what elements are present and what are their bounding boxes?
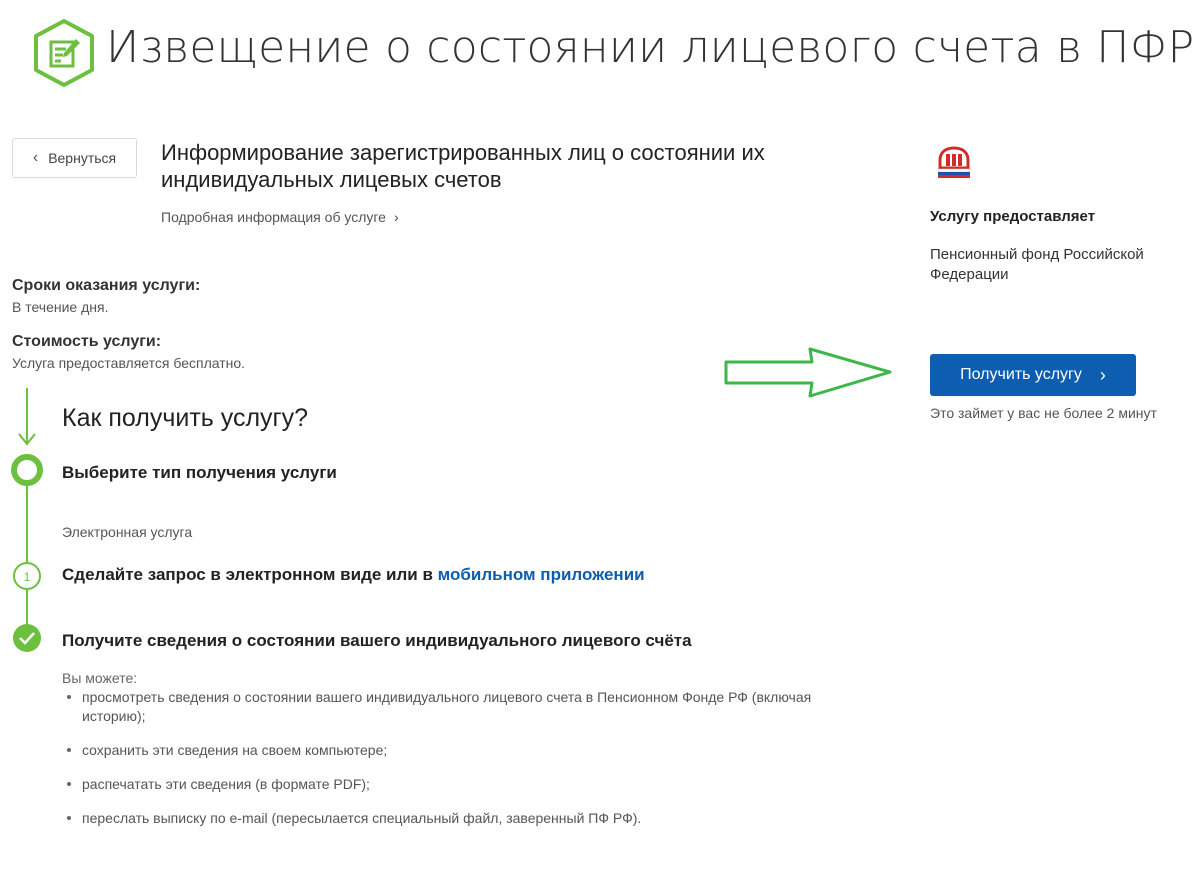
page-title: Извещение о состоянии лицевого счета в П… bbox=[106, 22, 1195, 73]
list-item: сохранить эти сведения на своем компьюте… bbox=[62, 741, 822, 760]
list-item: распечатать эти сведения (в формате PDF)… bbox=[62, 775, 822, 794]
chevron-right-icon: › bbox=[1099, 364, 1106, 385]
details-link-label: Подробная информация об услуге bbox=[161, 209, 386, 225]
back-button-label: Вернуться bbox=[48, 150, 117, 166]
service-title: Информирование зарегистрированных лиц о … bbox=[161, 140, 765, 192]
step-1-title: Выберите тип получения услуги bbox=[62, 463, 337, 482]
time-note: Это займет у вас не более 2 минут bbox=[930, 405, 1157, 421]
pfr-logo-icon bbox=[937, 146, 971, 178]
chevron-right-icon: › bbox=[393, 209, 399, 225]
step-2-number: 1 bbox=[24, 570, 31, 584]
step-2-title: Сделайте запрос в электронном виде или в… bbox=[62, 565, 645, 585]
how-to-title: Как получить услугу? bbox=[62, 404, 309, 432]
details-link[interactable]: Подробная информация об услуге › bbox=[161, 209, 399, 225]
get-service-button[interactable]: Получить услугу › bbox=[930, 354, 1136, 396]
step-3-title: Получите сведения о состоянии вашего инд… bbox=[62, 631, 692, 650]
check-circle-icon bbox=[13, 624, 41, 652]
term-value: В течение дня. bbox=[12, 299, 109, 315]
cost-value: Услуга предоставляется бесплатно. bbox=[12, 355, 246, 371]
steps-timeline: 1 bbox=[11, 388, 43, 652]
provider-heading: Услугу предоставляет bbox=[930, 208, 1096, 225]
step-2-title-text: Сделайте запрос в электронном виде или в bbox=[62, 565, 438, 584]
mobile-app-link[interactable]: мобильном приложении bbox=[438, 565, 645, 584]
provider-name: Пенсионный фонд Российской Федерации bbox=[930, 246, 1144, 283]
edit-document-icon bbox=[34, 19, 94, 87]
chevron-left-icon: ‹ bbox=[32, 149, 39, 166]
back-button[interactable]: ‹ Вернуться bbox=[12, 138, 137, 178]
term-label: Сроки оказания услуги: bbox=[12, 277, 201, 294]
can-label: Вы можете: bbox=[62, 670, 138, 686]
get-service-button-label: Получить услугу bbox=[960, 366, 1082, 383]
list-item: просмотреть сведения о состоянии вашего … bbox=[62, 688, 822, 726]
list-item: переслать выписку по e-mail (пересылаетс… bbox=[62, 809, 822, 828]
step-1-subtitle: Электронная услуга bbox=[62, 524, 193, 540]
arrow-right-icon bbox=[724, 347, 892, 398]
capabilities-list: просмотреть сведения о состоянии вашего … bbox=[62, 688, 822, 843]
step-1-marker-icon bbox=[11, 454, 43, 486]
cost-label: Стоимость услуги: bbox=[12, 333, 162, 350]
